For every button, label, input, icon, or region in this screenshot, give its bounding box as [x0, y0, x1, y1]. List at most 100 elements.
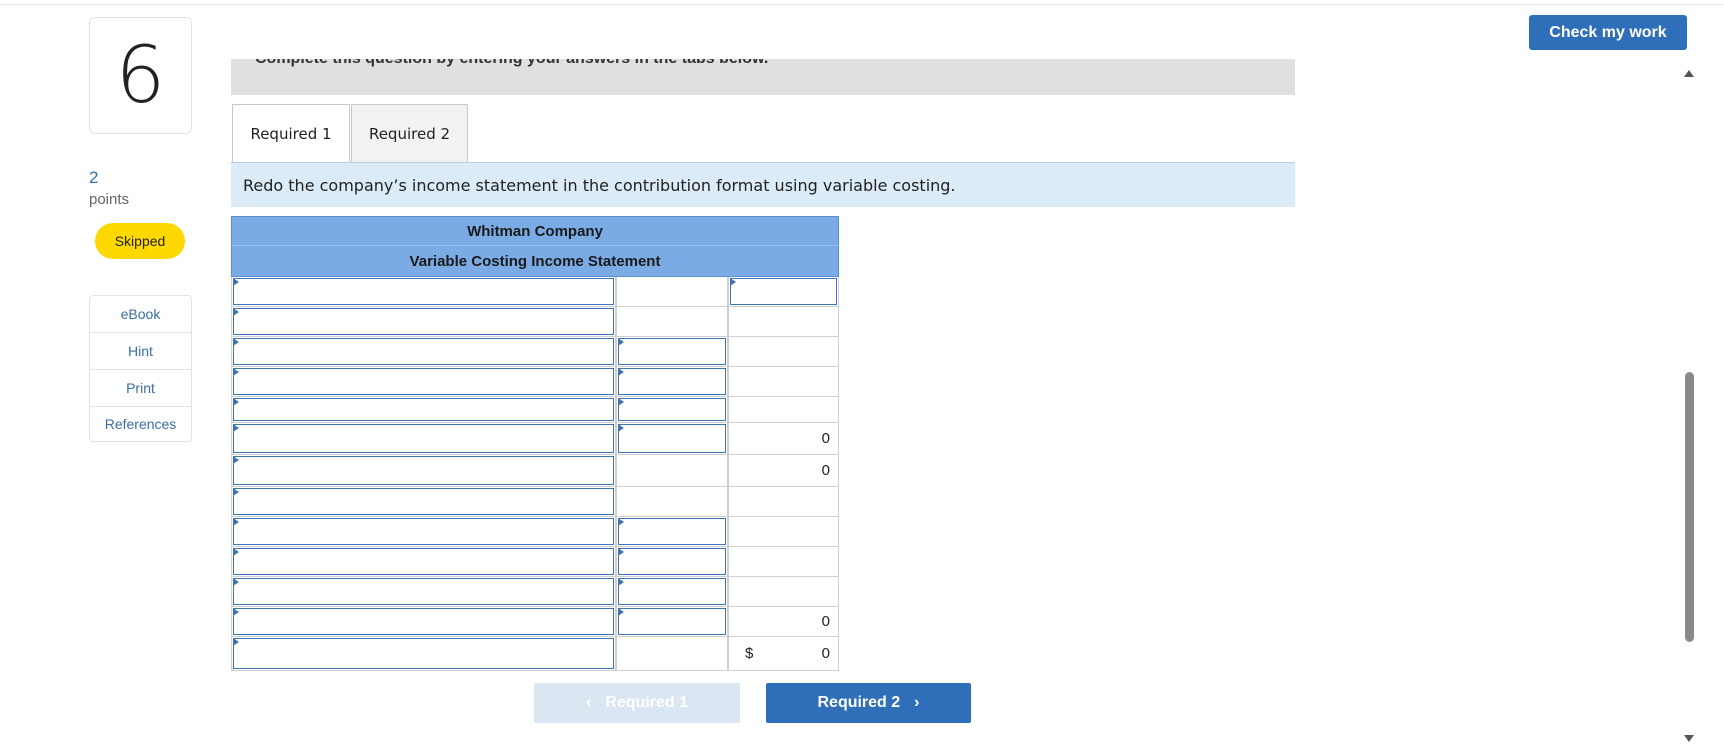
row-label-cell	[231, 487, 616, 517]
statement-row	[231, 277, 839, 307]
row-amount-cell	[616, 487, 728, 517]
check-my-work-button[interactable]: Check my work	[1529, 15, 1687, 50]
prompt-panel: Redo the company’s income statement in t…	[231, 163, 1295, 207]
statement-row: $0	[231, 637, 839, 671]
row-total-cell	[728, 487, 839, 517]
row-amount-input[interactable]	[618, 398, 726, 421]
status-badge: Skipped	[95, 223, 185, 259]
row-amount-input[interactable]	[618, 578, 726, 605]
row-total-cell: 0	[728, 607, 839, 637]
statement-row	[231, 487, 839, 517]
row-label-input[interactable]	[233, 278, 614, 305]
statement-row	[231, 547, 839, 577]
statement-row	[231, 307, 839, 337]
row-label-cell	[231, 307, 616, 337]
row-amount-cell	[616, 423, 728, 455]
row-label-cell	[231, 423, 616, 455]
row-label-cell	[231, 397, 616, 423]
row-amount-input[interactable]	[618, 338, 726, 365]
row-label-cell	[231, 637, 616, 671]
top-divider	[0, 4, 1724, 5]
row-label-cell	[231, 607, 616, 637]
row-total-cell	[728, 547, 839, 577]
row-amount-cell	[616, 517, 728, 547]
row-total-cell: 0	[728, 423, 839, 455]
row-label-cell	[231, 367, 616, 397]
row-amount-input[interactable]	[618, 368, 726, 395]
row-total-value: 0	[821, 645, 830, 662]
question-number-box: 6	[89, 17, 192, 134]
next-button-label: Required 2	[817, 694, 901, 711]
statement-row	[231, 397, 839, 423]
row-label-cell	[231, 337, 616, 367]
row-label-cell	[231, 517, 616, 547]
scroll-up-arrow-icon[interactable]	[1684, 70, 1694, 77]
row-total-cell: $0	[728, 637, 839, 671]
row-amount-input[interactable]	[618, 518, 726, 545]
tab-required-2[interactable]: Required 2	[351, 104, 468, 162]
income-statement-table: Whitman Company Variable Costing Income …	[231, 216, 839, 671]
chevron-left-icon: ‹	[585, 694, 592, 711]
scrollbar-thumb[interactable]	[1685, 372, 1694, 642]
points-value: 2	[89, 168, 99, 187]
statement-row: 0	[231, 455, 839, 487]
row-label-cell	[231, 547, 616, 577]
row-label-input[interactable]	[233, 518, 614, 545]
row-amount-input[interactable]	[618, 424, 726, 453]
row-total-value: 0	[821, 462, 830, 479]
row-label-input[interactable]	[233, 338, 614, 365]
statement-row: 0	[231, 423, 839, 455]
row-total-cell	[728, 517, 839, 547]
resources-list: eBook Hint Print References	[89, 295, 192, 442]
row-amount-cell	[616, 607, 728, 637]
dollar-sign: $	[745, 645, 754, 662]
print-link[interactable]: Print	[90, 370, 191, 407]
statement-row	[231, 517, 839, 547]
row-total-cell	[728, 367, 839, 397]
scroll-down-arrow-icon[interactable]	[1684, 735, 1694, 742]
row-amount-input[interactable]	[618, 608, 726, 635]
row-label-cell	[231, 455, 616, 487]
row-amount-cell	[616, 337, 728, 367]
hint-link[interactable]: Hint	[90, 333, 191, 370]
row-total-value: 0	[821, 430, 830, 447]
row-amount-input[interactable]	[618, 548, 726, 575]
row-label-cell	[231, 277, 616, 307]
prev-button-label: Required 1	[605, 694, 688, 711]
row-label-input[interactable]	[233, 424, 614, 453]
statement-title-header: Variable Costing Income Statement	[231, 245, 839, 277]
row-amount-cell	[616, 307, 728, 337]
statement-row	[231, 577, 839, 607]
statement-row: 0	[231, 607, 839, 637]
row-total-cell: 0	[728, 455, 839, 487]
row-amount-cell	[616, 637, 728, 671]
row-total-cell	[728, 397, 839, 423]
row-total-input[interactable]	[730, 278, 837, 305]
row-label-input[interactable]	[233, 308, 614, 335]
next-required-button[interactable]: Required 2 ›	[766, 683, 971, 723]
row-label-input[interactable]	[233, 578, 614, 605]
instructions-band: Complete this question by entering your …	[231, 59, 1295, 95]
row-label-input[interactable]	[233, 398, 614, 421]
tab-required-1[interactable]: Required 1	[232, 104, 350, 163]
row-total-cell	[728, 277, 839, 307]
row-label-cell	[231, 577, 616, 607]
row-total-cell	[728, 337, 839, 367]
row-label-input[interactable]	[233, 638, 614, 669]
row-label-input[interactable]	[233, 456, 614, 485]
statement-rows: 0 0 0 $0	[231, 277, 839, 671]
row-label-input[interactable]	[233, 368, 614, 395]
points-label: points	[89, 191, 130, 208]
company-name-header: Whitman Company	[231, 216, 839, 245]
references-link[interactable]: References	[90, 407, 191, 441]
row-label-input[interactable]	[233, 608, 614, 635]
statement-row	[231, 337, 839, 367]
row-label-input[interactable]	[233, 548, 614, 575]
row-amount-cell	[616, 547, 728, 577]
ebook-link[interactable]: eBook	[90, 296, 191, 333]
row-label-input[interactable]	[233, 488, 614, 515]
question-number: 6	[115, 30, 166, 121]
row-total-cell	[728, 577, 839, 607]
prompt-text: Redo the company’s income statement in t…	[243, 175, 956, 195]
row-amount-cell	[616, 367, 728, 397]
